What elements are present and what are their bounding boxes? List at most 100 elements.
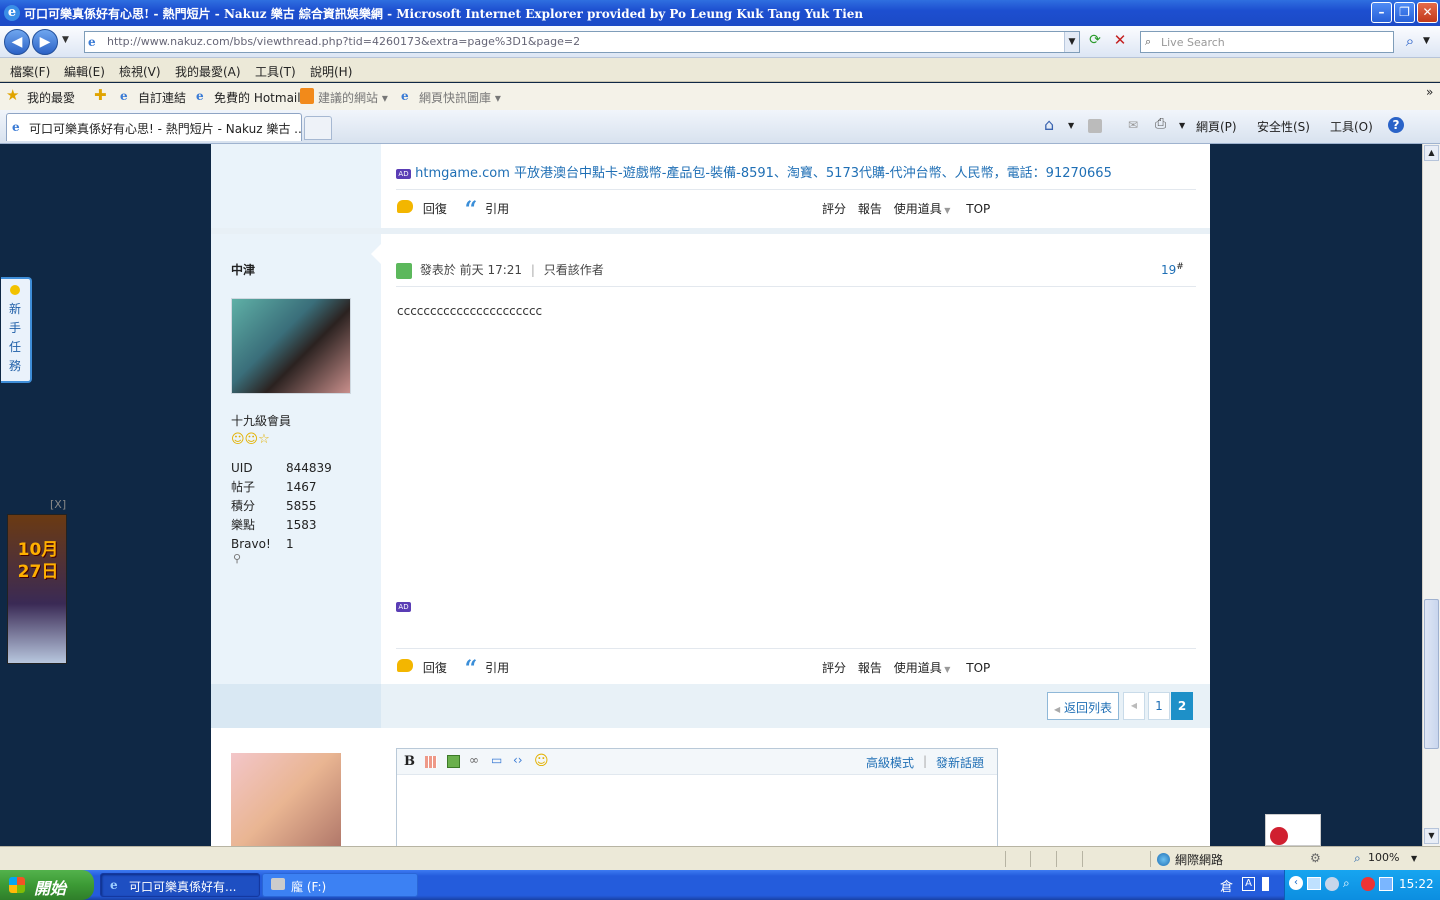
tray-window-icon[interactable] [1379, 877, 1393, 891]
history-dropdown-icon[interactable]: ▼ [62, 35, 69, 45]
mail-icon[interactable]: ✉ [1128, 118, 1138, 132]
only-author-link[interactable]: 只看該作者 [544, 263, 604, 277]
fav-link-suggested[interactable]: 建議的網站 ▾ [318, 89, 388, 106]
clock[interactable]: 15:22 [1399, 877, 1434, 891]
scroll-down-icon[interactable]: ▼ [1424, 828, 1439, 844]
new-topic-link[interactable]: 發新話題 [936, 754, 984, 771]
page-link-1[interactable]: 1 [1148, 692, 1170, 720]
tray-search-icon[interactable]: ⌕ [1343, 876, 1350, 891]
fav-link-hotmail[interactable]: 免費的 Hotmail [214, 89, 301, 106]
top-link[interactable]: TOP [966, 661, 990, 675]
quote-link[interactable]: 引用 [485, 661, 509, 675]
feeds-icon[interactable] [1088, 119, 1102, 133]
add-favorite-icon[interactable]: ✚ [94, 86, 107, 104]
author-rank: 十九級會員 [231, 414, 292, 428]
stat-uid: UID 844839 [231, 461, 332, 475]
fav-link-custom[interactable]: 自訂連結 [138, 89, 186, 106]
task-drive[interactable]: 龐 (F:) [262, 873, 418, 897]
divider [396, 286, 1196, 287]
antivirus-icon[interactable] [1361, 877, 1375, 891]
zoom-level[interactable]: 100% [1368, 851, 1399, 864]
ad-close-button[interactable]: [X] [50, 498, 66, 511]
user-info-icon[interactable]: ⚲ [233, 552, 241, 565]
reply-link[interactable]: 回復 [423, 661, 447, 675]
safety-menu[interactable]: 安全性(S) [1257, 118, 1310, 135]
reply-link[interactable]: 回復 [423, 202, 447, 216]
menu-favorites[interactable]: 我的最愛(A) [175, 63, 241, 80]
print-dropdown-icon[interactable]: ▼ [1179, 121, 1185, 130]
ad-link[interactable]: htmgame.com 平放港澳台中點卡-遊戲幣-產品包-裝備-8591、淘寶、… [415, 166, 1112, 181]
newbie-task-widget[interactable]: 新手任務 [1, 277, 32, 383]
back-to-list-button[interactable]: ◀ 返回列表 [1047, 692, 1119, 720]
link-icon[interactable]: ∞ [469, 753, 479, 767]
divider [396, 648, 1196, 649]
vertical-scrollbar[interactable]: ▲ ▼ [1422, 144, 1440, 846]
refresh-icon[interactable]: ⟳ [1085, 32, 1105, 52]
floor-number[interactable]: 19# [1161, 262, 1184, 277]
scroll-thumb[interactable] [1424, 599, 1439, 749]
code-icon[interactable]: ‹› [513, 753, 523, 767]
side-banner-ad[interactable]: 10月27日 [7, 514, 67, 664]
use-tool-link[interactable]: 使用道具 [894, 202, 942, 216]
report-link[interactable]: 報告 [858, 661, 882, 675]
image-icon[interactable] [447, 755, 460, 768]
report-link[interactable]: 報告 [858, 202, 882, 216]
protected-mode-icon[interactable]: ⚙ [1310, 851, 1321, 865]
menu-help[interactable]: 說明(H) [310, 63, 352, 80]
my-avatar[interactable] [231, 753, 341, 846]
quote-link[interactable]: 引用 [485, 202, 509, 216]
use-tool-link[interactable]: 使用道具 [894, 661, 942, 675]
floating-game-icon[interactable] [1265, 814, 1321, 846]
menu-edit[interactable]: 編輯(E) [64, 63, 105, 80]
ime-mode-icon[interactable]: A [1242, 877, 1255, 891]
print-icon[interactable]: ⎙ [1155, 116, 1166, 132]
color-icon[interactable] [425, 756, 437, 768]
menu-view[interactable]: 檢視(V) [119, 63, 161, 80]
tray-app-icon[interactable] [1325, 877, 1339, 891]
author-avatar[interactable] [231, 298, 351, 394]
start-button[interactable]: 開始 [0, 870, 94, 900]
new-tab-button[interactable] [304, 116, 332, 140]
back-button[interactable]: ◀ [4, 29, 30, 55]
author-name[interactable]: 中津 [231, 261, 255, 278]
minimize-button[interactable]: – [1371, 2, 1392, 23]
search-icon[interactable]: ⌕ [1400, 32, 1420, 52]
prev-page-button[interactable]: ◀ [1123, 692, 1145, 720]
fav-link-webslice[interactable]: 網頁快訊圖庫 ▾ [419, 89, 501, 106]
tray-expand-icon[interactable]: ‹ [1289, 876, 1303, 890]
maximize-button[interactable]: ❐ [1394, 2, 1415, 23]
task-browser[interactable]: e 可口可樂真係好有... [100, 873, 260, 897]
scroll-up-icon[interactable]: ▲ [1424, 145, 1439, 161]
home-dropdown-icon[interactable]: ▼ [1068, 121, 1074, 130]
url-dropdown-icon[interactable]: ▼ [1064, 32, 1079, 52]
forward-button[interactable]: ▶ [32, 29, 58, 55]
home-icon[interactable]: ⌂ [1044, 115, 1054, 134]
rate-link[interactable]: 評分 [822, 202, 846, 216]
search-options-icon[interactable]: ▼ [1423, 36, 1430, 46]
top-link[interactable]: TOP [966, 202, 990, 216]
advanced-mode-link[interactable]: 高級模式 [866, 754, 914, 771]
address-input[interactable]: e http://www.nakuz.com/bbs/viewthread.ph… [84, 31, 1080, 53]
menu-tools[interactable]: 工具(T) [255, 63, 296, 80]
quote-box-icon[interactable]: ▭ [491, 753, 502, 767]
stop-icon[interactable]: ✕ [1110, 31, 1130, 51]
task-drive-label: 龐 (F:) [291, 880, 327, 894]
ime-width-icon[interactable] [1262, 877, 1274, 891]
dropdown-icon: ▼ [941, 665, 951, 674]
smiley-icon[interactable]: ☺ [534, 753, 549, 769]
rate-link[interactable]: 評分 [822, 661, 846, 675]
menu-file[interactable]: 檔案(F) [10, 63, 50, 80]
favorites-button[interactable]: 我的最愛 [27, 89, 75, 106]
chevron-more-icon[interactable]: » [1426, 85, 1433, 99]
bold-icon[interactable]: B [404, 754, 415, 769]
page-menu[interactable]: 網頁(P) [1196, 118, 1237, 135]
tools-menu[interactable]: 工具(O) [1330, 118, 1373, 135]
tab-active[interactable]: e 可口可樂真係好有心思! - 熱門短片 - Nakuz 樂古 ... [6, 113, 302, 141]
help-icon[interactable]: ? [1388, 117, 1404, 133]
zoom-dropdown-icon[interactable]: ▼ [1411, 854, 1417, 863]
ime-indicator[interactable]: 倉 [1220, 876, 1233, 895]
search-input[interactable]: ⌕ Live Search [1140, 31, 1394, 53]
reply-textarea[interactable] [397, 775, 997, 846]
close-button[interactable]: ✕ [1417, 2, 1438, 23]
network-icon[interactable] [1307, 877, 1321, 890]
